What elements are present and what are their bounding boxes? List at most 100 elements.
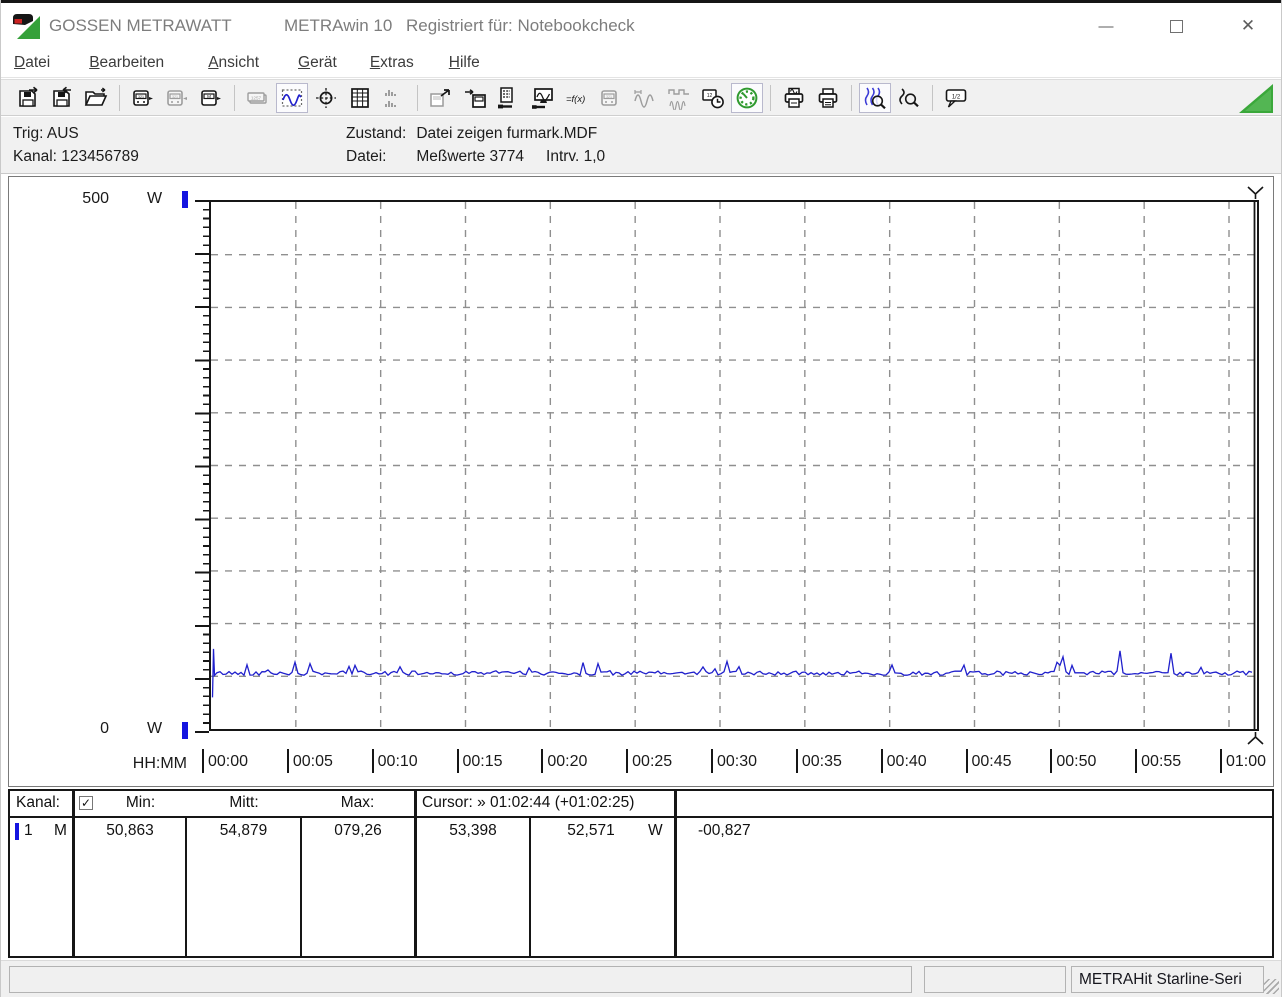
data-table-icon — [348, 86, 372, 110]
x-tick-mark — [880, 749, 883, 773]
y-axis-unit-bottom: W — [147, 720, 163, 737]
x-tick-mark — [711, 749, 713, 773]
open-folder-button[interactable] — [80, 83, 112, 113]
x-axis-labels: HH:MM 00:00 00:05 00:10 00:15 00:20 00:25 00:3… — [9, 749, 1273, 779]
x-tick-label: 00:15 — [456, 749, 503, 773]
x-tick-label: 00:25 — [626, 749, 672, 773]
x-tick-label: 00:50 — [1050, 749, 1096, 773]
monitor-config-button[interactable] — [527, 83, 559, 113]
svg-text:M: M — [207, 94, 211, 99]
xy-crosshair-button[interactable] — [310, 83, 342, 113]
x-tick-label: 00:30 — [711, 749, 757, 773]
cursor-handle-bottom-icon[interactable] — [1247, 732, 1264, 745]
menu-bearbeiten[interactable]: Bearbeiten — [79, 50, 174, 76]
save-export-button[interactable] — [12, 83, 44, 113]
measurement-table: Kanal: ✓ Min: Mitt: Max: Cursor: » 01:02… — [8, 789, 1274, 958]
title-bar: GOSSEN METRAWATT METRAwin 10 Registriert… — [1, 3, 1281, 48]
kanal-column-header: Kanal: — [16, 794, 60, 811]
maximize-button[interactable] — [1159, 9, 1193, 43]
trig-label: Trig: — [13, 125, 44, 142]
interval-value: Intrv. 1,0 — [546, 148, 606, 165]
x-tick-mark — [286, 749, 289, 773]
minimize-button[interactable]: — — [1089, 9, 1123, 43]
resize-grip[interactable] — [1264, 979, 1279, 994]
save-export-icon — [16, 86, 40, 110]
measurement-info-panel: Trig: AUS Kanal: 123456789 Zustand: Date… — [1, 117, 1281, 174]
cursor-a-value: 53,398 — [449, 822, 497, 839]
zustand-label: Zustand: — [346, 125, 407, 142]
x-tick-mark — [202, 749, 204, 773]
digital-display-icon — [246, 86, 270, 110]
print-preview-button[interactable] — [778, 83, 810, 113]
chart-region: 500 W 0 W HH:MM 00:00 00:05 00:10 00:15 00:2… — [8, 176, 1274, 787]
channel-visible-checkbox[interactable]: ✓ — [79, 796, 93, 810]
channel-mode: M — [54, 822, 67, 839]
device-status-panel: METRAHit Starline-Seri — [1071, 966, 1264, 993]
pulse-wave-button — [663, 83, 695, 113]
curve-chart-button[interactable] — [276, 82, 308, 113]
live-gauge-icon — [735, 86, 759, 110]
x-tick-label: 00:10 — [371, 749, 418, 773]
menu-bar: Datei Bearbeiten Ansicht Gerät Extras Hi… — [1, 48, 1281, 78]
formula-fx-button[interactable] — [561, 83, 593, 113]
device-read-button[interactable] — [127, 83, 159, 113]
digital-display-button — [242, 83, 274, 113]
annotation-button[interactable] — [940, 83, 972, 113]
metrawin-window: GOSSEN METRAWATT METRAwin 10 Registriert… — [0, 0, 1282, 997]
y-axis-unit-top: W — [147, 190, 163, 207]
x-tick-mark — [456, 749, 459, 773]
maximize-icon — [1169, 19, 1183, 33]
curve-chart-icon — [280, 86, 304, 110]
x-tick-mark — [1050, 749, 1053, 773]
brand-title: GOSSEN METRAWATT — [49, 15, 232, 35]
menu-hilfe[interactable]: Hilfe — [439, 50, 490, 76]
status-bar: METRAHit Starline-Seri — [1, 960, 1281, 997]
export-transfer-button[interactable] — [425, 83, 457, 113]
print-preview-icon — [782, 86, 806, 110]
x-tick-mark — [541, 749, 544, 773]
toolbar-separator — [119, 84, 120, 111]
waveform-plot — [211, 202, 1257, 729]
device-memory-button[interactable]: M — [195, 83, 227, 113]
menu-geraet[interactable]: Gerät — [288, 50, 347, 76]
zustand-value: Datei zeigen furmark.MDF — [416, 125, 598, 142]
print-button[interactable] — [812, 83, 844, 113]
histogram-button — [378, 83, 410, 113]
import-transfer-button[interactable] — [459, 83, 491, 113]
toolbar-separator — [234, 84, 235, 111]
connection-status-triangle-icon — [1239, 84, 1273, 113]
device-config-icon — [497, 86, 521, 110]
device-write-button — [161, 83, 193, 113]
x-tick-label: 01:00 — [1220, 749, 1266, 773]
live-gauge-button[interactable] — [731, 82, 763, 113]
time-sync-icon — [701, 86, 725, 110]
save-import-button[interactable] — [46, 83, 78, 113]
gossen-metrawatt-logo-icon — [12, 10, 41, 40]
x-tick-mark — [1220, 749, 1222, 773]
x-tick-mark — [626, 749, 629, 773]
y-axis-min-label: 0 — [100, 720, 109, 737]
x-tick-mark — [371, 749, 374, 773]
menu-datei[interactable]: Datei — [4, 50, 60, 76]
x-tick-label: 00:55 — [1135, 749, 1181, 773]
status-panel-secondary — [924, 966, 1066, 993]
menu-extras[interactable]: Extras — [360, 50, 424, 76]
channel-number: 1 — [24, 822, 33, 839]
zoom-in-wave-button[interactable] — [859, 82, 891, 113]
data-table-button[interactable] — [344, 83, 376, 113]
channel-range-marker-top — [182, 191, 188, 208]
plot-area[interactable] — [209, 200, 1259, 731]
device-config-button[interactable] — [493, 83, 525, 113]
app-title: METRAwin 10 — [284, 15, 393, 35]
xy-crosshair-icon — [314, 86, 338, 110]
time-sync-button[interactable] — [697, 83, 729, 113]
close-button[interactable]: ✕ — [1231, 9, 1265, 43]
mitt-column-header: Mitt: — [229, 794, 259, 811]
menu-ansicht[interactable]: Ansicht — [198, 50, 269, 76]
device-setup-icon — [599, 86, 623, 110]
cursor-handle-top-icon[interactable] — [1247, 186, 1264, 199]
table-header-divider — [10, 816, 1272, 818]
toolbar-separator — [417, 84, 418, 111]
x-tick-label: 00:05 — [286, 749, 333, 773]
zoom-out-wave-button[interactable] — [893, 83, 925, 113]
